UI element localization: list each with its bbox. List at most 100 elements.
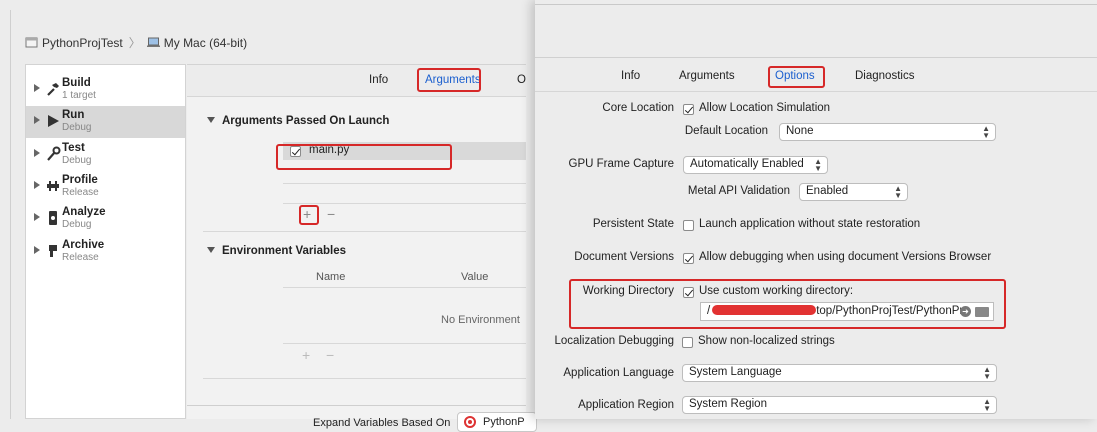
- allow-versions-debugging-label[interactable]: Allow debugging when using document Vers…: [699, 251, 991, 263]
- popup-arrows-icon: ▲ ▼: [983, 397, 991, 413]
- sidebar-item-title: Profile: [62, 174, 98, 186]
- sidebar-item-title: Analyze: [62, 206, 106, 218]
- hammer-icon: [47, 83, 59, 96]
- mac-icon: [146, 37, 160, 47]
- show-non-localized-strings-checkbox[interactable]: [682, 337, 693, 348]
- environment-section-header[interactable]: Environment Variables: [207, 245, 346, 257]
- column-header-value[interactable]: Value: [461, 271, 488, 283]
- sidebar-item-title: Test: [62, 142, 85, 154]
- use-custom-working-directory-checkbox[interactable]: [683, 287, 694, 298]
- window-titlebar: [535, 0, 1097, 58]
- tab-info[interactable]: Info: [621, 70, 640, 82]
- show-non-localized-strings-label[interactable]: Show non-localized strings: [698, 335, 835, 347]
- sidebar-item-title: Build: [62, 77, 91, 89]
- disclosure-triangle-icon[interactable]: [34, 213, 40, 221]
- wrench-icon: [47, 146, 61, 161]
- sidebar-item-profile[interactable]: Profile Release: [26, 171, 185, 203]
- disclosure-triangle-icon[interactable]: [207, 247, 215, 253]
- environment-section-title: Environment Variables: [222, 245, 346, 257]
- expand-variables-popup[interactable]: PythonP: [457, 412, 537, 432]
- localization-debugging-label: Localization Debugging: [554, 335, 674, 347]
- core-location-label: Core Location: [602, 102, 674, 114]
- allow-versions-debugging-checkbox[interactable]: [683, 253, 694, 264]
- sidebar-item-subtitle: 1 target: [62, 90, 96, 101]
- application-language-label: Application Language: [563, 367, 674, 379]
- disclosure-triangle-icon[interactable]: [34, 181, 40, 189]
- application-region-label: Application Region: [578, 399, 674, 411]
- highlight-box: [276, 144, 452, 170]
- metal-api-validation-popup[interactable]: Enabled ▲ ▼: [799, 183, 908, 201]
- gpu-frame-capture-value: Automatically Enabled: [690, 158, 804, 170]
- disclosure-triangle-icon[interactable]: [34, 116, 40, 124]
- scheme-breadcrumb[interactable]: PythonProjTest 〉 My Mac (64-bit): [25, 34, 247, 51]
- arguments-section-header[interactable]: Arguments Passed On Launch: [207, 115, 389, 127]
- sidebar-item-build[interactable]: Build 1 target: [26, 74, 185, 106]
- disclosure-triangle-icon[interactable]: [207, 117, 215, 123]
- default-location-value: None: [786, 125, 814, 137]
- divider: [535, 91, 1097, 92]
- scheme-editor-window-front: Info Arguments Options Diagnostics Core …: [535, 0, 1097, 419]
- sidebar-item-subtitle: Release: [62, 252, 99, 263]
- divider: [283, 343, 526, 344]
- disclosure-triangle-icon[interactable]: [34, 246, 40, 254]
- persistent-state-label: Persistent State: [592, 218, 674, 230]
- application-region-popup[interactable]: System Region ▲ ▼: [682, 396, 997, 414]
- sidebar-item-subtitle: Debug: [62, 122, 92, 133]
- divider: [187, 405, 526, 406]
- sidebar-item-title: Run: [62, 109, 85, 121]
- scheme-project-name[interactable]: PythonProjTest: [42, 36, 123, 50]
- sidebar-item-subtitle: Debug: [62, 155, 92, 166]
- column-header-name[interactable]: Name: [316, 271, 345, 283]
- working-directory-path-field[interactable]: / top/PythonProjTest/PythonPro ➜: [700, 302, 994, 321]
- disclosure-triangle-icon[interactable]: [34, 84, 40, 92]
- sidebar-item-analyze[interactable]: Analyze Debug: [26, 203, 185, 235]
- gpu-frame-capture-popup[interactable]: Automatically Enabled ▲ ▼: [683, 156, 828, 174]
- remove-env-button[interactable]: −: [326, 347, 334, 363]
- popup-arrows-icon: ▲ ▼: [894, 184, 902, 200]
- sidebar-item-run[interactable]: Run Debug: [26, 106, 185, 138]
- popup-arrows-icon: ▲ ▼: [814, 157, 822, 173]
- default-location-popup[interactable]: None ▲ ▼: [779, 123, 996, 141]
- divider: [283, 287, 526, 288]
- sidebar-item-subtitle: Release: [62, 187, 99, 198]
- sidebar-item-test[interactable]: Test Debug: [26, 139, 185, 171]
- scheme-destination[interactable]: My Mac (64-bit): [164, 36, 247, 50]
- breadcrumb-separator: 〉: [128, 36, 141, 50]
- disclosure-triangle-icon[interactable]: [34, 149, 40, 157]
- expand-variables-value: PythonP: [483, 416, 525, 428]
- divider: [535, 4, 1097, 5]
- play-icon: [48, 115, 59, 127]
- options-pane: Info Arguments Options Diagnostics Core …: [535, 59, 1097, 419]
- application-language-value: System Language: [689, 366, 782, 378]
- default-location-label: Default Location: [684, 125, 768, 137]
- launch-without-state-restoration-checkbox[interactable]: [683, 220, 694, 231]
- metal-api-validation-value: Enabled: [806, 185, 849, 197]
- application-language-popup[interactable]: System Language ▲ ▼: [682, 364, 997, 382]
- allow-location-simulation-checkbox[interactable]: [683, 104, 694, 115]
- archive-icon: [49, 245, 57, 257]
- divider: [203, 378, 526, 379]
- divider: [203, 231, 526, 232]
- application-region-value: System Region: [689, 398, 767, 410]
- launch-without-state-restoration-label[interactable]: Launch application without state restora…: [699, 218, 920, 230]
- use-custom-working-directory-label[interactable]: Use custom working directory:: [699, 285, 853, 297]
- document-versions-label: Document Versions: [574, 251, 674, 263]
- metal-api-validation-label: Metal API Validation: [687, 185, 790, 197]
- add-env-button[interactable]: +: [302, 347, 310, 363]
- scheme-detail-pane: Info Arguments O Arguments Passed On Lau…: [187, 64, 537, 432]
- highlight-box: [768, 66, 825, 88]
- divider: [283, 203, 526, 204]
- gauge-icon: [47, 181, 59, 191]
- tab-info[interactable]: Info: [369, 74, 388, 86]
- tab-options-truncated[interactable]: O: [517, 74, 526, 86]
- allow-location-simulation-label[interactable]: Allow Location Simulation: [699, 102, 830, 114]
- folder-icon[interactable]: [975, 307, 989, 317]
- sidebar-item-archive[interactable]: Archive Release: [26, 236, 185, 268]
- tab-arguments[interactable]: Arguments: [679, 70, 735, 82]
- tab-diagnostics[interactable]: Diagnostics: [855, 70, 914, 82]
- highlight-box: [299, 205, 319, 225]
- scheme-editor-window-back: PythonProjTest 〉 My Mac (64-bit) Build 1…: [10, 10, 537, 432]
- reveal-arrow-icon[interactable]: ➜: [960, 306, 971, 317]
- remove-argument-button[interactable]: −: [327, 206, 335, 222]
- target-icon: [464, 416, 476, 428]
